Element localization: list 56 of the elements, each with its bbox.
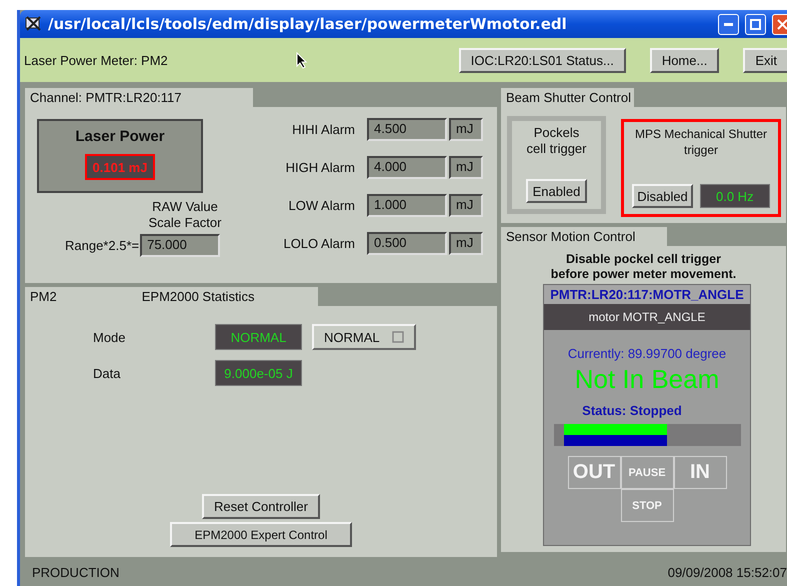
beam-state: Not In Beam xyxy=(574,364,720,395)
panel-tab-label: EPM2000 Statistics xyxy=(142,289,254,304)
warning-text: Disable pockel cell trigger before power meter movement. xyxy=(550,252,738,282)
status-timestamp: 09/09/2008 15:52:07 xyxy=(668,564,787,580)
window-title: /usr/local/lcls/tools/edm/display/laser/powermeterWmotor.edl xyxy=(48,15,568,33)
laser-power-title: Laser Power xyxy=(75,128,165,145)
trigger-title: MPS Mechanical Shutter trigger xyxy=(634,126,768,158)
app-icon xyxy=(24,15,42,33)
menu-indicator-icon xyxy=(392,331,404,343)
status-mode: PRODUCTION xyxy=(32,564,120,580)
unit-field: mJ xyxy=(449,232,483,255)
alarm-field[interactable]: 4.000 xyxy=(367,156,447,179)
scale-caption: RAW Value Scale Factor xyxy=(148,199,222,231)
trigger-title: Pockels cell trigger xyxy=(526,125,586,157)
panel-tab-label: Beam Shutter Control xyxy=(506,90,632,105)
action-button[interactable]: Reset Controller xyxy=(202,494,320,519)
unit-field: mJ xyxy=(449,156,483,179)
alarm-field[interactable]: 4.500 xyxy=(367,118,447,141)
trigger-button[interactable]: Disabled xyxy=(632,184,693,208)
header-title: Laser Power Meter: PM2 xyxy=(24,52,168,68)
alarm-label: LOW Alarm xyxy=(288,198,355,213)
action-button[interactable]: EPM2000 Expert Control xyxy=(170,522,352,547)
mode-menu-button[interactable]: NORMAL xyxy=(312,324,416,350)
panel-tab-label: Sensor Motion Control xyxy=(506,229,636,244)
stat-label: Mode xyxy=(93,330,127,344)
mouse-pointer-icon xyxy=(296,52,308,68)
rate-readout: 0.0 Hz xyxy=(700,184,770,208)
motor-pv: PMTR:LR20:117:MOTR_ANGLE xyxy=(544,285,750,304)
panel-tab-label: PM2 xyxy=(30,289,57,304)
current-position: Currently: 89.99700 degree xyxy=(568,346,726,361)
alarm-label: HIHI Alarm xyxy=(291,122,355,137)
close-icon xyxy=(777,18,787,30)
trigger-button[interactable]: Enabled xyxy=(526,179,588,203)
close-button[interactable] xyxy=(772,14,787,34)
header-button[interactable]: IOC:LR20:LS01 Status... xyxy=(458,48,626,72)
maximize-icon xyxy=(750,18,761,30)
range-label: Range*2.5*= xyxy=(65,238,140,253)
range-field[interactable]: 75.000 xyxy=(140,234,220,257)
panel-tab-label: Channel: PMTR:LR20:117 xyxy=(30,90,182,105)
stat-readout: 9.000e-05 J xyxy=(215,360,302,386)
minimize-icon xyxy=(724,22,733,26)
alarm-field[interactable]: 1.000 xyxy=(367,194,447,217)
alarm-label: LOLO Alarm xyxy=(282,236,355,251)
alarm-label: HIGH Alarm xyxy=(284,160,355,175)
minimize-button[interactable] xyxy=(718,14,739,34)
motor-name: motor MOTR_ANGLE xyxy=(544,304,750,330)
header-button[interactable]: Home... xyxy=(650,48,720,72)
unit-field: mJ xyxy=(449,118,483,141)
power-readout: 0.101 mJ xyxy=(85,154,155,180)
stat-readout: NORMAL xyxy=(215,324,302,350)
alarm-field[interactable]: 0.500 xyxy=(367,232,447,255)
unit-field: mJ xyxy=(449,194,483,217)
maximize-button[interactable] xyxy=(745,14,766,34)
stat-label: Data xyxy=(93,366,122,380)
header-button[interactable]: Exit xyxy=(743,48,787,72)
motor-status: Status: Stopped xyxy=(582,403,682,418)
